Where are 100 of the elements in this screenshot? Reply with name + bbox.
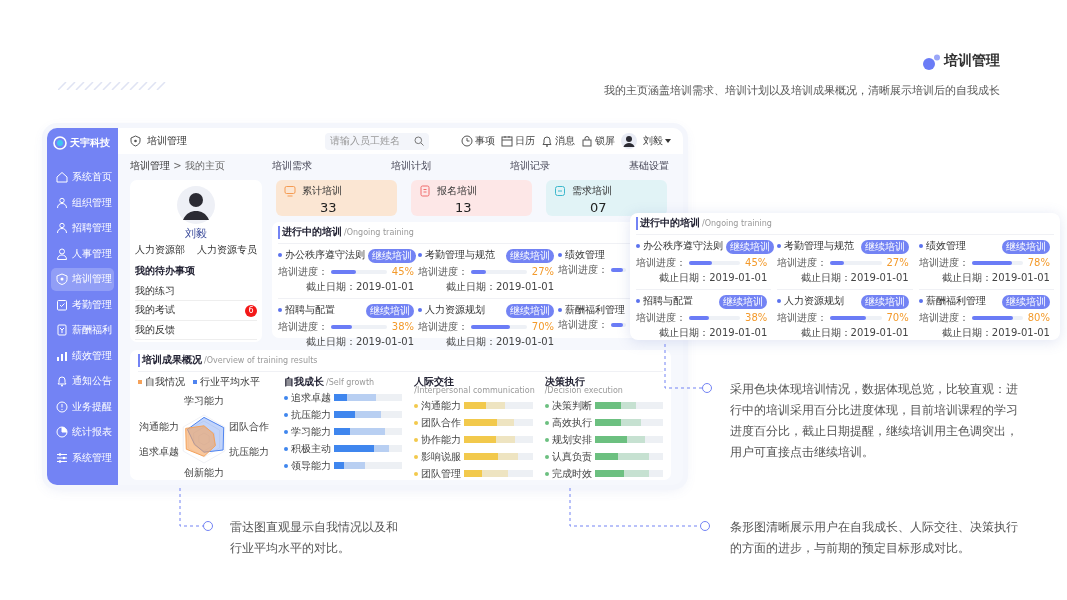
bar-label: 学习能力 — [284, 425, 331, 439]
progress-percent: 80% — [1026, 311, 1050, 324]
group-title: 人际交往 — [414, 375, 455, 387]
stat-value: 07 — [590, 200, 608, 214]
radar-drawing — [182, 414, 226, 464]
progress-label: 培训进度： — [636, 256, 686, 269]
slide-title: 培训管理 — [944, 52, 1000, 70]
axis-label: 团队合作 — [229, 421, 269, 432]
section-subtitle: /Overview of training results — [204, 356, 318, 366]
page-title: 培训管理 — [147, 134, 187, 148]
group-subtitle: /Interpersonal communication — [414, 386, 535, 396]
deadline-text: 截止日期：2019-01-01 — [444, 281, 554, 294]
section-subtitle: /Ongoing training — [344, 228, 414, 238]
sidebar-item[interactable]: 组织管理 — [51, 191, 114, 214]
bar-label: 高效执行 — [544, 416, 592, 430]
progress-percent: 38% — [390, 320, 414, 333]
progress-label: 培训进度： — [558, 319, 608, 332]
nav-link[interactable]: 培训计划 — [391, 160, 431, 174]
sidebar-item[interactable]: 系统首页 — [51, 166, 114, 189]
toolbar-button[interactable]: 消息 — [541, 134, 575, 148]
group-title: 自我成长 — [284, 375, 324, 387]
sidebar-item[interactable]: 人事管理 — [51, 242, 114, 265]
course-name: 考勤管理与规范 — [418, 249, 495, 262]
section-title: 进行中的培训 — [278, 226, 342, 239]
deadline-text: 截止日期：2019-01-01 — [304, 336, 414, 349]
progress-label: 培训进度： — [777, 311, 828, 324]
shield-icon — [56, 273, 68, 286]
progress-label: 培训进度： — [278, 265, 328, 278]
sidebar-item[interactable]: 招聘管理 — [51, 217, 114, 240]
axis-label: 学习能力 — [184, 395, 224, 406]
nav-link[interactable]: 培训记录 — [510, 160, 550, 174]
sidebar-item[interactable]: 业务提醒 — [51, 395, 114, 418]
breadcrumb-current: > 我的主页 — [172, 160, 225, 171]
breadcrumb-link[interactable]: 培训管理 — [130, 160, 170, 171]
bar-label: 团队合作 — [414, 416, 462, 430]
continue-button[interactable]: 继续培训 — [726, 239, 774, 254]
bell-icon — [56, 375, 68, 388]
deadline-text: 截止日期：2019-01-01 — [799, 272, 909, 285]
course-name: 招聘与配置 — [278, 304, 335, 317]
section-title: 我的待办事项 — [135, 265, 195, 278]
user-avatar — [177, 186, 215, 224]
annotation-text: 采用色块体现培训情况，数据体现总览，比较直观：进行中的培训采用百分比进度体现，目前培训课程的学习进度百分比，截止日期提醒，继续培训用主色调突出，用户可直接点击继续培训。 — [730, 381, 1019, 461]
clipboard-icon — [56, 298, 68, 311]
axis-label: 抗压能力 — [229, 446, 269, 457]
annotation-text: 条形图清晰展示用户在自我成长、人际交往、决策执行的方面的进步，与前期的预定目标形成对比。 — [730, 519, 1019, 557]
logo-text: 天宇科技 — [70, 136, 110, 150]
bar-label: 积极主动 — [284, 442, 331, 456]
continue-button[interactable]: 继续培训 — [1002, 239, 1050, 254]
continue-button[interactable]: 继续培训 — [368, 248, 416, 263]
continue-button[interactable]: 继续培训 — [1002, 294, 1050, 309]
progress-label: 培训进度： — [918, 256, 969, 269]
sidebar-item[interactable]: 通知公告 — [51, 370, 114, 393]
continue-button[interactable]: 继续培训 — [366, 303, 414, 318]
continue-button[interactable]: 继续培训 — [860, 294, 909, 309]
sidebar-item[interactable]: 系统管理 — [51, 446, 114, 469]
todo-item[interactable]: 我的练习 — [135, 281, 257, 302]
toolbar-button[interactable]: 事项 — [461, 134, 495, 148]
deadline-text: 截止日期：2019-01-01 — [658, 272, 768, 285]
continue-button[interactable]: 继续培训 — [860, 239, 909, 254]
person-icon — [56, 247, 68, 260]
sidebar-item[interactable]: 统计报表 — [51, 421, 114, 444]
pie-chart-icon — [56, 426, 68, 439]
bar-label: 决策判断 — [544, 399, 592, 413]
progress-label: 培训进度： — [918, 311, 969, 324]
nav-link[interactable]: 基础设置 — [629, 160, 669, 174]
sidebar-item[interactable]: 薪酬福利 — [51, 319, 114, 342]
stat-label: 累计培训 — [302, 185, 342, 198]
course-name: 人力资源规划 — [777, 295, 845, 308]
toolbar-button[interactable]: 锁屏 — [581, 134, 615, 148]
sidebar-item[interactable]: 考勤管理 — [51, 293, 114, 316]
progress-percent: 45% — [390, 265, 414, 278]
legend-item: 行业平均水平 — [193, 375, 260, 388]
bar-label: 追求卓越 — [284, 391, 331, 405]
continue-button[interactable]: 继续培训 — [506, 248, 554, 263]
bar-label: 抗压能力 — [284, 408, 331, 422]
user-menu[interactable]: 刘毅 — [643, 134, 671, 148]
nav-link[interactable]: 培训需求 — [272, 160, 312, 174]
course-name: 办公秩序遵守法则 — [636, 240, 723, 253]
continue-button[interactable]: 继续培训 — [506, 303, 554, 318]
slide-subtitle: 我的主页涵盖培训需求、培训计划以及培训成果概况，清晰展示培训后的自我成长 — [603, 84, 1000, 98]
course-name: 薪酬福利管理 — [918, 295, 986, 308]
course-name: 薪酬福利管理 — [558, 303, 625, 316]
course-name: 考勤管理与规范 — [777, 240, 855, 253]
stat-label: 报名培训 — [437, 185, 477, 198]
clock-icon — [461, 135, 473, 147]
caret-icon — [665, 139, 671, 143]
toolbar-button[interactable]: 日历 — [501, 134, 535, 148]
stat-value: 33 — [320, 200, 338, 214]
progress-label: 培训进度： — [558, 264, 608, 277]
group-subtitle: /Decision execution — [544, 386, 623, 396]
bar-label: 影响说服 — [414, 450, 462, 464]
progress-label: 培训进度： — [777, 256, 828, 269]
bar-label: 沟通能力 — [414, 399, 462, 413]
continue-button[interactable]: 继续培训 — [719, 294, 768, 309]
todo-item[interactable]: 我的考试 6 — [135, 301, 257, 321]
sidebar-item[interactable]: 培训管理 — [51, 268, 114, 291]
sidebar-item[interactable]: 绩效管理 — [51, 344, 114, 367]
todo-item[interactable]: 我的反馈 — [135, 320, 257, 341]
search-field[interactable]: 请输入员工姓名 — [325, 132, 429, 150]
lock-icon — [581, 135, 593, 147]
